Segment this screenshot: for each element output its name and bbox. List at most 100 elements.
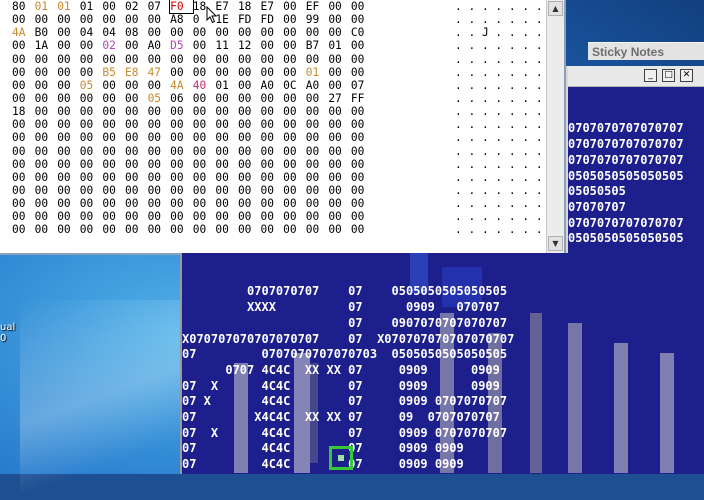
hex-byte[interactable]: 00	[125, 92, 148, 105]
hex-byte[interactable]: 01	[80, 0, 103, 13]
hex-byte[interactable]: A0	[261, 79, 284, 92]
hex-byte[interactable]: 00	[215, 26, 238, 39]
hex-byte[interactable]: 00	[193, 39, 216, 52]
hex-byte[interactable]: F0	[169, 0, 194, 15]
hex-byte[interactable]: 00	[238, 210, 261, 223]
hex-byte[interactable]: 00	[238, 197, 261, 210]
hex-byte[interactable]: 00	[261, 39, 284, 52]
hex-byte[interactable]: 00	[102, 197, 125, 210]
hex-byte[interactable]: 00	[193, 171, 216, 184]
hex-byte[interactable]: 00	[283, 210, 306, 223]
hex-byte[interactable]: 00	[215, 223, 238, 236]
hex-byte[interactable]: 00	[193, 223, 216, 236]
hex-byte[interactable]: 00	[12, 66, 35, 79]
hex-byte[interactable]: 01	[328, 39, 351, 52]
hex-byte[interactable]: 80	[12, 0, 35, 13]
hex-byte[interactable]: 00	[351, 118, 374, 131]
hex-byte[interactable]: 00	[80, 197, 103, 210]
hex-byte[interactable]: 00	[238, 105, 261, 118]
hex-byte[interactable]: 00	[283, 53, 306, 66]
hex-byte[interactable]: 00	[170, 53, 193, 66]
hex-byte[interactable]: 00	[351, 0, 374, 13]
hex-byte[interactable]: 00	[261, 26, 284, 39]
hex-byte[interactable]: 00	[261, 145, 284, 158]
hex-byte[interactable]: 00	[170, 223, 193, 236]
hex-byte[interactable]: 00	[306, 92, 329, 105]
hex-byte[interactable]: 00	[102, 158, 125, 171]
hex-byte[interactable]: 00	[35, 197, 58, 210]
hex-byte[interactable]: 00	[57, 79, 80, 92]
hex-byte[interactable]: 00	[351, 158, 374, 171]
hex-byte[interactable]: 00	[261, 223, 284, 236]
hex-byte[interactable]: 02	[102, 39, 125, 52]
hex-byte[interactable]: 00	[283, 131, 306, 144]
hex-byte[interactable]: 00	[261, 105, 284, 118]
hex-byte[interactable]: B0	[35, 26, 58, 39]
minimize-button[interactable]: _	[644, 69, 657, 82]
hex-byte[interactable]: 04	[80, 26, 103, 39]
hex-byte[interactable]: 00	[35, 92, 58, 105]
hex-byte[interactable]: 27	[328, 92, 351, 105]
hex-byte[interactable]: 00	[148, 105, 171, 118]
hex-byte[interactable]: 00	[351, 66, 374, 79]
hex-byte[interactable]: 00	[12, 171, 35, 184]
hex-byte[interactable]: FD	[238, 13, 261, 26]
hex-byte[interactable]: 01	[35, 0, 58, 13]
hex-byte[interactable]: 00	[283, 118, 306, 131]
hex-byte[interactable]: 00	[35, 171, 58, 184]
hex-byte[interactable]: 00	[328, 223, 351, 236]
hex-byte[interactable]: 00	[35, 210, 58, 223]
hex-byte[interactable]: 00	[80, 92, 103, 105]
hex-byte[interactable]: 00	[306, 210, 329, 223]
hex-byte[interactable]: 02	[125, 0, 148, 13]
hex-byte[interactable]: 00	[12, 145, 35, 158]
hex-byte[interactable]: 00	[328, 0, 351, 13]
hex-byte[interactable]: 00	[306, 184, 329, 197]
hex-byte[interactable]: 00	[238, 158, 261, 171]
hex-byte[interactable]: 00	[170, 197, 193, 210]
hex-byte[interactable]: 00	[35, 131, 58, 144]
hex-byte[interactable]: 00	[328, 13, 351, 26]
hex-byte[interactable]: 00	[148, 118, 171, 131]
hex-byte[interactable]: B7	[306, 39, 329, 52]
hex-byte[interactable]: 00	[261, 210, 284, 223]
hex-byte[interactable]: 00	[306, 131, 329, 144]
scroll-up-button[interactable]: ▲	[548, 1, 563, 16]
hex-byte[interactable]: 00	[12, 79, 35, 92]
hex-byte[interactable]: 00	[238, 118, 261, 131]
hex-byte[interactable]: 00	[261, 131, 284, 144]
hex-byte[interactable]: 00	[261, 197, 284, 210]
hex-byte[interactable]: 00	[125, 118, 148, 131]
hex-byte[interactable]: 00	[80, 184, 103, 197]
hex-byte[interactable]: 00	[35, 13, 58, 26]
hex-byte[interactable]: 00	[351, 131, 374, 144]
hex-byte[interactable]: 00	[215, 53, 238, 66]
hex-byte[interactable]: 00	[102, 131, 125, 144]
hex-byte[interactable]: 00	[57, 223, 80, 236]
hex-byte[interactable]: 12	[238, 39, 261, 52]
hex-byte[interactable]: 01	[215, 79, 238, 92]
hex-byte[interactable]: 18	[238, 0, 261, 13]
hex-byte[interactable]: 00	[193, 184, 216, 197]
hex-byte[interactable]: 00	[261, 171, 284, 184]
hex-byte[interactable]: 00	[351, 145, 374, 158]
hex-byte[interactable]: 00	[215, 105, 238, 118]
sticky-notes-title[interactable]: Sticky Notes	[588, 42, 704, 60]
hex-byte[interactable]: 00	[102, 0, 125, 13]
hex-byte[interactable]: 00	[125, 184, 148, 197]
hex-byte[interactable]: 00	[193, 197, 216, 210]
hex-byte[interactable]: 01	[306, 66, 329, 79]
hex-byte[interactable]: 00	[193, 26, 216, 39]
hex-byte[interactable]: E7	[261, 0, 284, 13]
hex-byte[interactable]: 08	[125, 26, 148, 39]
hex-byte[interactable]: 00	[351, 171, 374, 184]
hex-byte[interactable]: 00	[215, 118, 238, 131]
hex-byte[interactable]: 00	[80, 118, 103, 131]
hex-byte[interactable]: 00	[306, 26, 329, 39]
hex-byte[interactable]: 00	[12, 39, 35, 52]
hex-byte[interactable]: 00	[102, 92, 125, 105]
hex-byte[interactable]: 00	[170, 158, 193, 171]
hex-byte[interactable]: 00	[283, 26, 306, 39]
hex-byte[interactable]: A0	[306, 79, 329, 92]
hex-byte[interactable]: 00	[35, 79, 58, 92]
